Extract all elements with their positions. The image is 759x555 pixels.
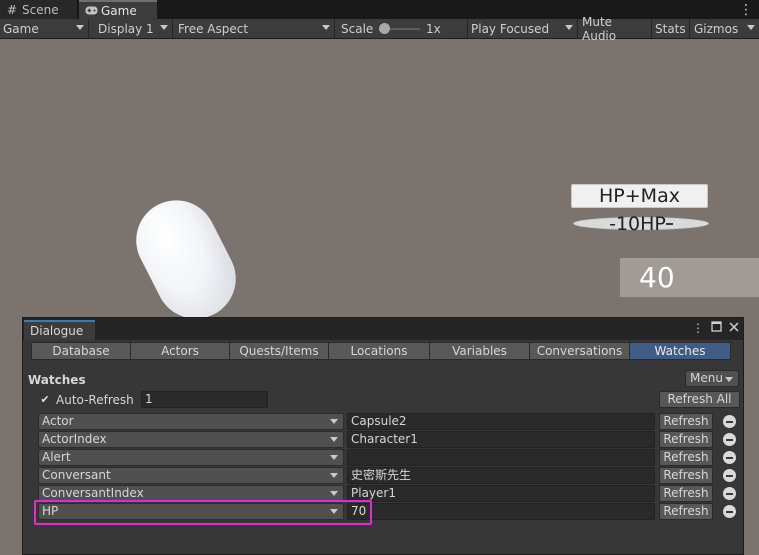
- watch-row: Actor Capsule2 Refresh: [23, 413, 743, 431]
- menu-label: Menu: [690, 371, 723, 385]
- tab-game[interactable]: Game: [79, 0, 157, 19]
- watch-value-field[interactable]: 70: [347, 503, 655, 520]
- remove-watch-icon[interactable]: [723, 451, 736, 464]
- dialogue-tabs: Database Actors Quests/Items Locations V…: [31, 342, 731, 360]
- hp-max-button[interactable]: HP+Max: [571, 184, 708, 208]
- remove-watch-icon[interactable]: [723, 469, 736, 482]
- watch-value-field[interactable]: Character1: [347, 431, 655, 448]
- game-mode-dropdown[interactable]: Game: [0, 19, 89, 38]
- tab-scene[interactable]: # Scene: [0, 0, 78, 19]
- hp-display: 40: [620, 258, 759, 297]
- watch-variable-dropdown[interactable]: Actor: [38, 413, 344, 430]
- vertical-dots-icon[interactable]: ⋮: [739, 0, 753, 19]
- tab-variables[interactable]: Variables: [430, 342, 530, 360]
- stats-label: Stats: [655, 21, 686, 36]
- game-mode-label: Game: [3, 21, 39, 36]
- gamepad-icon: [85, 5, 98, 17]
- scale-value: 1x: [426, 21, 441, 36]
- scene-grid-icon: #: [6, 2, 18, 17]
- watch-variable-dropdown[interactable]: ActorIndex: [38, 431, 344, 448]
- minus-10hp-button[interactable]: -10HP: [573, 213, 709, 235]
- watch-variable-name: ConversantIndex: [42, 486, 144, 500]
- aspect-label: Free Aspect: [178, 21, 249, 36]
- refresh-button[interactable]: Refresh: [659, 449, 713, 466]
- gizmos-toggle[interactable]: Gizmos: [691, 19, 759, 38]
- display-label: Display 1: [98, 21, 154, 36]
- refresh-button[interactable]: Refresh: [659, 431, 713, 448]
- refresh-button[interactable]: Refresh: [659, 503, 713, 520]
- watch-variable-dropdown[interactable]: Conversant: [38, 467, 344, 484]
- auto-refresh-interval-input[interactable]: 1: [141, 391, 268, 408]
- chevron-down-icon: [330, 419, 338, 424]
- mute-audio-label: Mute Audio: [582, 14, 617, 43]
- mute-audio-toggle[interactable]: Mute Audio: [579, 15, 652, 43]
- chevron-down-icon: [330, 455, 338, 460]
- checkmark-icon[interactable]: ✔: [39, 394, 51, 406]
- menu-dropdown[interactable]: Menu: [685, 370, 739, 387]
- watch-variable-name: Actor: [42, 414, 74, 428]
- auto-refresh-label: Auto-Refresh: [56, 393, 134, 407]
- tab-actors[interactable]: Actors: [131, 342, 230, 360]
- watch-value-field[interactable]: Capsule2: [347, 413, 655, 430]
- unity-editor: # Scene Game ⋮ Game Display 1 Free Aspec…: [0, 0, 759, 555]
- refresh-button[interactable]: Refresh: [659, 413, 713, 430]
- tab-conversations[interactable]: Conversations: [530, 342, 630, 360]
- scale-label: Scale: [341, 21, 374, 36]
- vertical-dots-icon[interactable]: ⋮: [692, 321, 704, 335]
- dialogue-window-header: Dialogue ⋮: [23, 318, 743, 340]
- close-icon[interactable]: [729, 321, 739, 335]
- chevron-down-icon: [330, 437, 338, 442]
- refresh-button[interactable]: Refresh: [659, 467, 713, 484]
- maximize-icon[interactable]: [711, 321, 722, 335]
- dialogue-window-tab[interactable]: Dialogue: [24, 320, 95, 340]
- watch-row: ActorIndex Character1 Refresh: [23, 431, 743, 449]
- display-dropdown[interactable]: Display 1: [95, 19, 173, 38]
- remove-watch-icon[interactable]: [723, 415, 736, 428]
- tab-quests-items[interactable]: Quests/Items: [230, 342, 329, 360]
- watch-variable-dropdown[interactable]: Alert: [38, 449, 344, 466]
- remove-watch-icon[interactable]: [723, 487, 736, 500]
- watch-value-field[interactable]: 史密斯先生: [347, 467, 655, 484]
- chevron-down-icon: [160, 25, 168, 30]
- tab-game-label: Game: [101, 3, 137, 18]
- tab-locations[interactable]: Locations: [329, 342, 430, 360]
- play-mode-dropdown[interactable]: Play Focused: [468, 19, 578, 38]
- refresh-all-button[interactable]: Refresh All: [659, 391, 740, 408]
- remove-watch-icon[interactable]: [723, 433, 736, 446]
- window-controls: ⋮: [692, 321, 739, 335]
- section-title: Watches: [28, 373, 86, 387]
- hp-value: 40: [639, 261, 675, 294]
- chevron-down-icon: [322, 25, 330, 30]
- scale-slider-handle[interactable]: [379, 23, 390, 34]
- tab-scene-label: Scene: [22, 2, 59, 17]
- watch-variable-name: Alert: [42, 450, 71, 464]
- watch-row: Conversant 史密斯先生 Refresh: [23, 467, 743, 485]
- refresh-button[interactable]: Refresh: [659, 485, 713, 502]
- auto-refresh-toggle[interactable]: ✔ Auto-Refresh: [39, 392, 134, 408]
- play-mode-label: Play Focused: [471, 21, 550, 36]
- tab-watches[interactable]: Watches: [630, 342, 731, 360]
- chevron-down-icon: [76, 25, 84, 30]
- chevron-down-icon: [725, 377, 733, 382]
- watch-variable-name: ActorIndex: [42, 432, 107, 446]
- highlight-box: [34, 500, 372, 525]
- gizmos-label: Gizmos: [694, 21, 739, 36]
- chevron-down-icon: [330, 473, 338, 478]
- chevron-down-icon: [565, 25, 573, 30]
- chevron-down-icon: [747, 25, 755, 30]
- watch-value-field[interactable]: [347, 449, 655, 466]
- watch-row: Alert Refresh: [23, 449, 743, 467]
- chevron-down-icon: [330, 491, 338, 496]
- game-toolbar: Game Display 1 Free Aspect Scale 1x Play…: [0, 15, 759, 43]
- stats-toggle[interactable]: Stats: [652, 19, 690, 38]
- watch-value-field[interactable]: Player1: [347, 485, 655, 502]
- remove-watch-icon[interactable]: [723, 505, 736, 518]
- tab-database[interactable]: Database: [31, 342, 131, 360]
- aspect-dropdown[interactable]: Free Aspect: [175, 19, 335, 38]
- watch-variable-name: Conversant: [42, 468, 111, 482]
